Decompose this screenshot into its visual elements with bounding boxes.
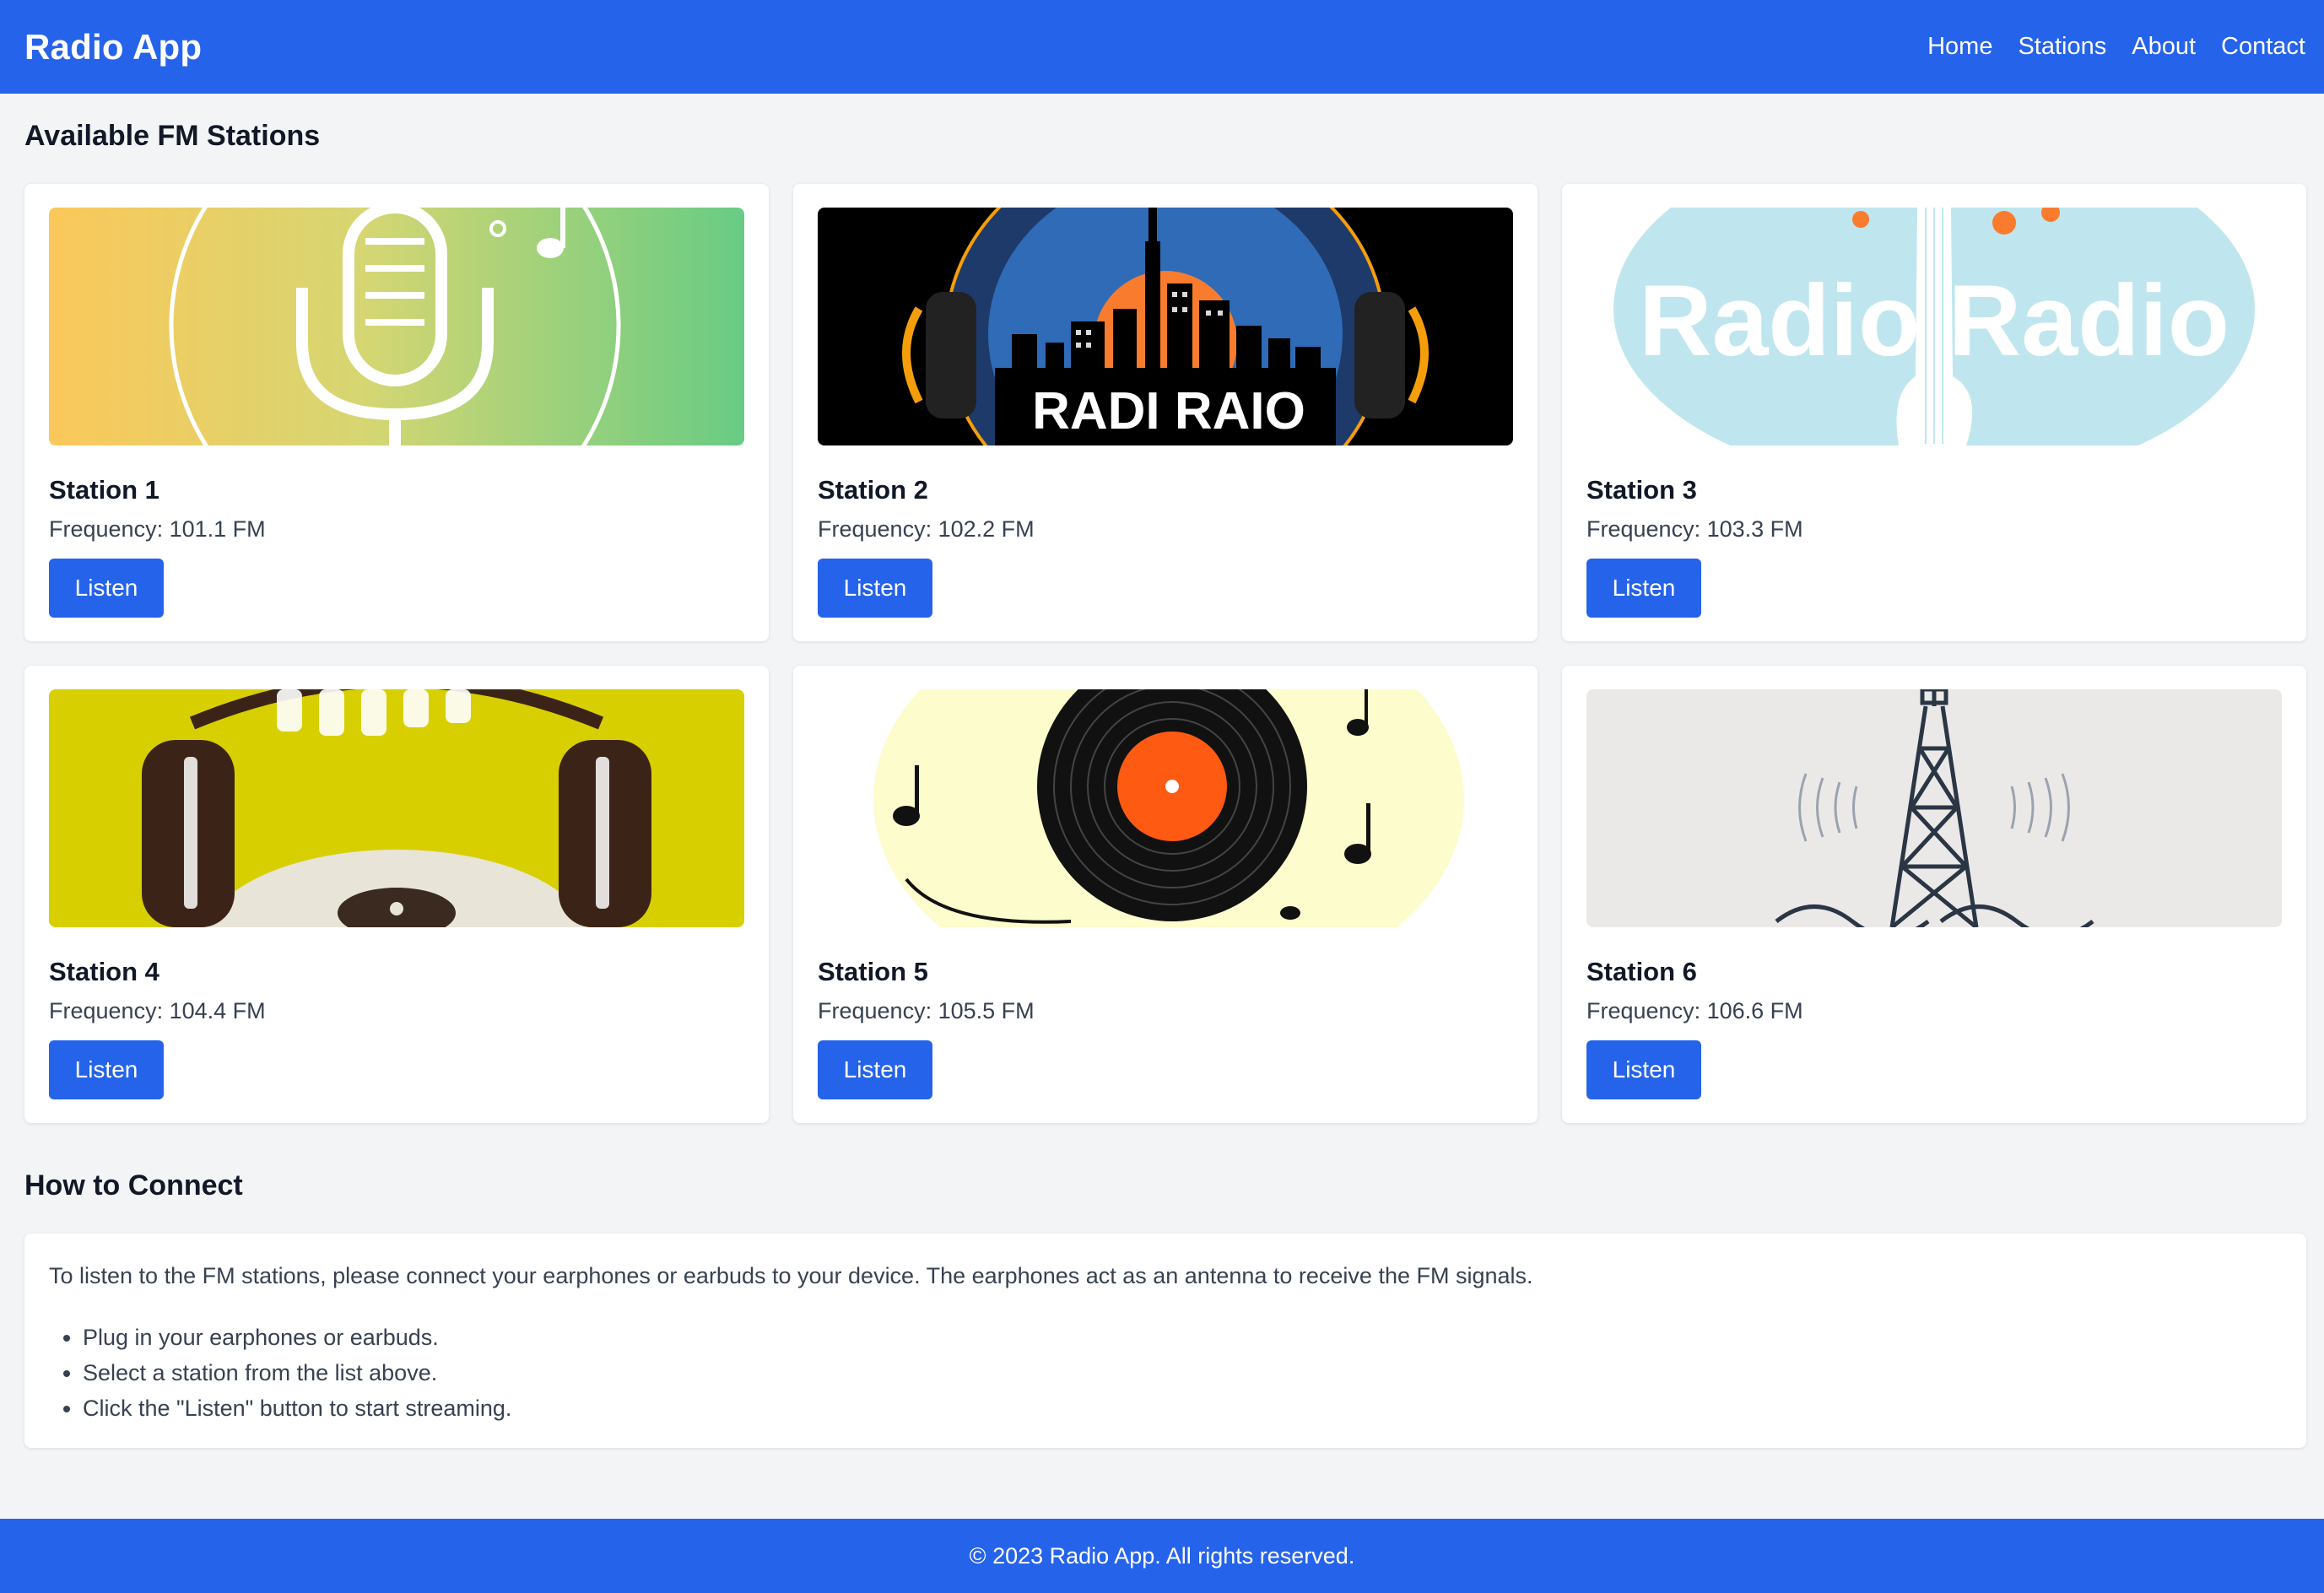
nav-contact-link[interactable]: Contact	[2221, 33, 2305, 61]
station-card: RADI RAIO Station 2 Frequency: 102.2 FM …	[793, 184, 1538, 641]
nav-home-link[interactable]: Home	[1927, 33, 1992, 61]
station-card: Station 5 Frequency: 105.5 FM Listen	[793, 666, 1538, 1123]
stations-section-title: Available FM Stations	[24, 120, 321, 152]
radio-tower-signal	[1586, 689, 2282, 927]
app-logo-text[interactable]: Radio App	[24, 27, 202, 68]
station-frequency: Frequency: 103.3 FM	[1586, 516, 1803, 542]
list-item: Click the "Listen" button to start strea…	[83, 1390, 2282, 1426]
listen-button[interactable]: Listen	[1586, 559, 1701, 618]
station-name: Station 1	[49, 475, 159, 505]
listen-button[interactable]: Listen	[49, 559, 164, 618]
list-item: Plug in your earphones or earbuds.	[83, 1320, 2282, 1355]
vinyl-record-music-notes	[818, 689, 1513, 927]
microphone-gradient-icon	[49, 208, 744, 446]
station-name: Station 2	[818, 475, 928, 505]
station-card: Station 6 Frequency: 106.6 FM Listen	[1562, 666, 2306, 1123]
station-6-image	[1586, 689, 2282, 927]
connect-intro-text: To listen to the FM stations, please con…	[49, 1263, 1533, 1288]
guitar-radio-logo: Radio Radio	[1586, 208, 2282, 446]
connect-section-title: How to Connect	[24, 1169, 243, 1202]
copyright-text: © 2023 Radio App. All rights reserved.	[969, 1542, 1355, 1569]
station-name: Station 4	[49, 957, 159, 986]
main-nav: Home Stations About Contact	[1927, 33, 2305, 61]
listen-button[interactable]: Listen	[49, 1040, 164, 1099]
station-card: Station 4 Frequency: 104.4 FM Listen	[24, 666, 769, 1123]
nav-stations-link[interactable]: Stations	[2018, 33, 2106, 61]
connect-steps-list: Plug in your earphones or earbuds. Selec…	[49, 1320, 2282, 1426]
station-name: Station 5	[818, 957, 928, 986]
station-frequency: Frequency: 102.2 FM	[818, 516, 1035, 542]
station-card: Radio Radio Station 3 Frequency: 103.3 F…	[1562, 184, 2306, 641]
headphones-turntable-art	[49, 689, 744, 927]
station-frequency: Frequency: 101.1 FM	[49, 516, 266, 542]
station-name: Station 3	[1586, 475, 1697, 505]
city-headphones-logo: RADI RAIO	[818, 208, 1513, 446]
listen-button[interactable]: Listen	[1586, 1040, 1701, 1099]
station-card: Station 1 Frequency: 101.1 FM Listen	[24, 184, 769, 641]
listen-button[interactable]: Listen	[818, 559, 932, 618]
listen-button[interactable]: Listen	[818, 1040, 932, 1099]
page-footer: © 2023 Radio App. All rights reserved.	[0, 1519, 2324, 1593]
station-2-logo-text: RADI RAIO	[1032, 382, 1305, 440]
station-frequency: Frequency: 105.5 FM	[818, 998, 1035, 1023]
station-4-image	[49, 689, 744, 927]
connect-instructions-panel: To listen to the FM stations, please con…	[24, 1234, 2306, 1448]
station-2-image: RADI RAIO	[818, 208, 1513, 446]
station-1-image	[49, 208, 744, 446]
nav-about-link[interactable]: About	[2132, 33, 2196, 61]
top-navbar: Radio App Home Stations About Contact	[0, 0, 2324, 94]
station-frequency: Frequency: 104.4 FM	[49, 998, 266, 1023]
list-item: Select a station from the list above.	[83, 1355, 2282, 1390]
station-frequency: Frequency: 106.6 FM	[1586, 998, 1803, 1023]
station-name: Station 6	[1586, 957, 1697, 986]
station-3-image: Radio Radio	[1586, 208, 2282, 446]
stations-grid: Station 1 Frequency: 101.1 FM Listen RAD…	[24, 184, 2306, 1123]
station-3-logo-text: Radio Radio	[1639, 264, 2229, 377]
station-5-image	[818, 689, 1513, 927]
